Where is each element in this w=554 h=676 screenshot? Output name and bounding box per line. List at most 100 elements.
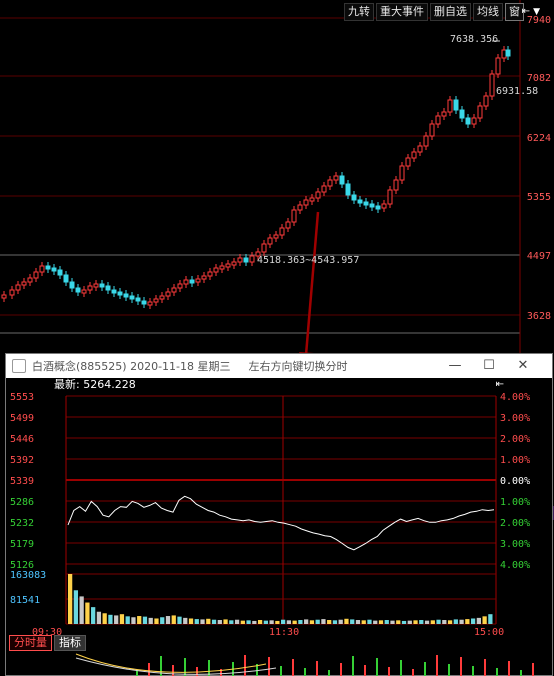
popup-titlebar[interactable]: 白酒概念(885525) 2020-11-18 星期三 左右方向键切换分时 — …	[6, 354, 552, 378]
candle-body	[279, 227, 285, 236]
close-icon[interactable]: ✕	[506, 354, 540, 378]
y-left-label: 5179	[10, 539, 34, 550]
volume-bar	[269, 620, 274, 624]
volume-bar	[183, 617, 188, 624]
collapse-left-icon[interactable]: ⇤	[496, 378, 504, 392]
candle-body	[477, 105, 483, 119]
candle-body	[87, 285, 93, 291]
candle-body	[81, 289, 87, 294]
volume-bar	[125, 616, 130, 624]
candle-body	[21, 281, 27, 286]
candle-body	[393, 179, 399, 191]
nine-turn-button[interactable]: 九转	[344, 3, 374, 21]
candle-body	[297, 204, 303, 211]
volume-bar	[211, 619, 217, 624]
volume-bar	[401, 620, 407, 624]
volume-bar	[292, 620, 297, 624]
candle-body	[117, 291, 123, 296]
volume-bar	[200, 619, 205, 624]
candle-body	[363, 201, 369, 206]
volume-bar	[73, 590, 79, 624]
volume-bar	[240, 620, 245, 624]
candle-body	[417, 145, 423, 153]
volume-bar	[79, 596, 84, 624]
indicator-bar	[340, 663, 342, 676]
volume-bar	[177, 616, 182, 624]
volume-bar	[442, 620, 447, 624]
candle-body	[441, 111, 447, 117]
tab-indicator[interactable]: 指标	[54, 635, 86, 651]
maximize-icon[interactable]: ☐	[472, 354, 506, 378]
volume-bar	[298, 620, 303, 624]
candle-body	[27, 277, 33, 283]
intraday-popup[interactable]: 白酒概念(885525) 2020-11-18 星期三 左右方向键切换分时 — …	[5, 353, 553, 676]
volume-bar	[85, 602, 90, 624]
major-events-button[interactable]: 重大事件	[376, 3, 428, 21]
candle-body	[309, 197, 315, 202]
y-right-label: 4.00%	[500, 392, 530, 403]
price-label: 7940	[526, 15, 551, 26]
minimize-icon[interactable]: —	[438, 354, 472, 378]
tab-volume[interactable]: 分时量	[9, 635, 52, 651]
volume-bar	[194, 619, 199, 624]
volume-bar	[338, 619, 343, 624]
y-right-label: 1.00%	[500, 455, 530, 466]
volume-bar	[206, 618, 211, 624]
candle-body	[45, 265, 51, 270]
indicator-bar	[304, 668, 306, 676]
candle-body	[387, 189, 393, 205]
y-right-label: 4.00%	[500, 560, 530, 571]
candle-body	[207, 271, 213, 277]
volume-bar	[476, 617, 481, 624]
volume-bar	[252, 620, 257, 624]
candle-body	[93, 283, 99, 288]
volume-bar	[234, 619, 240, 624]
volume-bar	[119, 614, 125, 624]
candle-body	[135, 297, 141, 302]
volume-bar	[102, 613, 107, 624]
volume-bar	[96, 611, 102, 624]
candle-body	[345, 183, 351, 196]
indicator-bar	[496, 668, 498, 676]
candle-body	[435, 115, 441, 125]
candle-body	[483, 95, 489, 107]
volume-bar	[321, 619, 326, 624]
indicator-bar	[280, 666, 282, 676]
candle-body	[171, 287, 177, 293]
intraday-chart[interactable]: 5553 4.00% 5499 3.00% 5446 2.00% 5392 1.00% 5339…	[6, 392, 552, 636]
volume-label: 81541	[10, 595, 40, 606]
volume-bar	[160, 617, 165, 624]
candle-body	[333, 175, 339, 181]
candle-body	[51, 267, 57, 272]
app-icon	[12, 359, 26, 373]
volume-bar	[131, 617, 136, 624]
candle-body	[123, 293, 129, 298]
candle-body	[465, 117, 471, 125]
volume-bar	[246, 620, 251, 624]
volume-bar	[257, 620, 263, 624]
indicator-bar	[412, 669, 414, 676]
indicator-bar	[244, 655, 246, 676]
volume-bar	[286, 620, 292, 624]
volume-bar	[281, 619, 286, 624]
popup-hint: 左右方向键切换分时	[248, 360, 348, 373]
remove-watchlist-button[interactable]: 删自选	[430, 3, 471, 21]
price-label: 6224	[526, 133, 551, 144]
y-left-label: 5392	[10, 455, 34, 466]
indicator-line	[75, 653, 267, 673]
candle-body	[195, 278, 201, 283]
indicator-bar	[376, 658, 378, 676]
candle-body	[1, 294, 7, 299]
volume-bar	[367, 619, 372, 624]
candle-body	[33, 271, 39, 279]
moving-average-button[interactable]: 均线	[473, 3, 503, 21]
volume-bar	[223, 619, 228, 624]
indicator-bar	[508, 661, 510, 676]
volume-bar	[137, 616, 142, 624]
volume-bar	[488, 614, 493, 624]
candle-body	[267, 237, 273, 245]
trading-app-window: 九转 重大事件 删自选 均线 窗 ⇤ ▼ 7940 7082 6224 5355…	[0, 0, 554, 676]
volume-bar	[447, 620, 453, 624]
candle-body	[273, 234, 279, 239]
candle-body	[249, 255, 255, 263]
